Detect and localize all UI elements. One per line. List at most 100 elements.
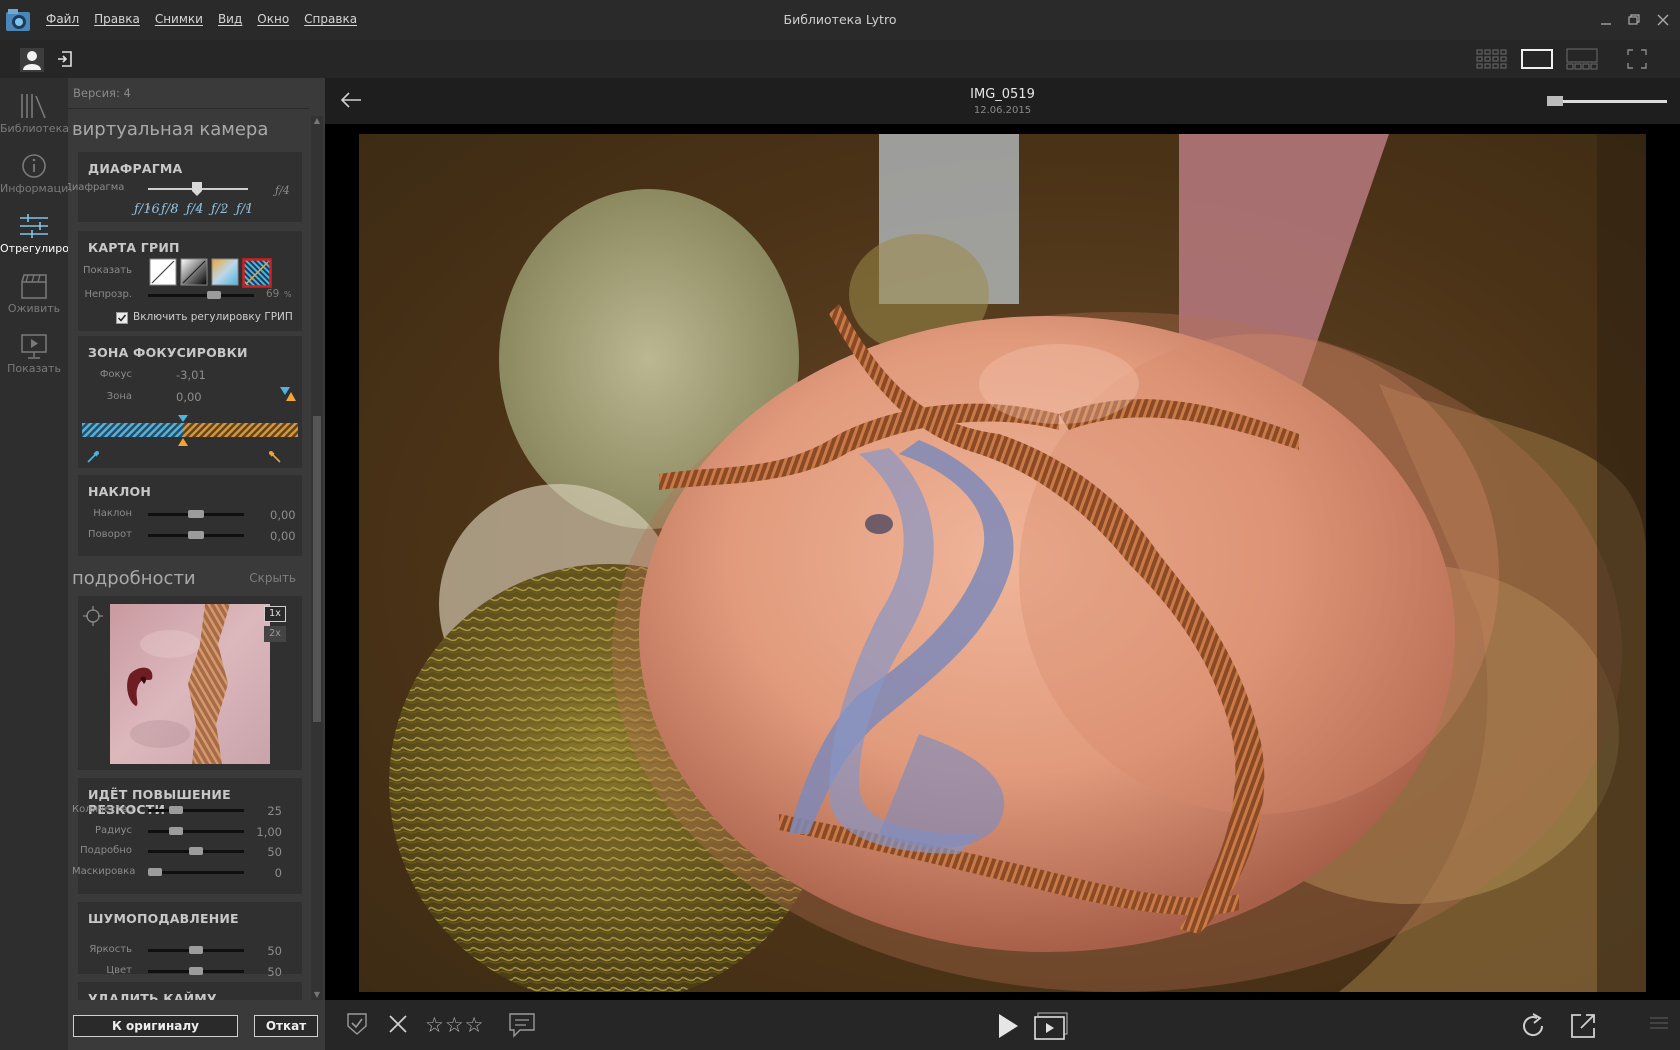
- detail-preview-card: 1x 2x: [78, 596, 302, 770]
- rotate-label: Поворот: [88, 529, 132, 540]
- zone-label: Зона: [106, 391, 132, 402]
- fullscreen-icon[interactable]: [1626, 48, 1648, 70]
- focus-eyedropper-icon[interactable]: [86, 450, 100, 464]
- window-title: Библиотека Lytro: [783, 12, 897, 27]
- grid-view-icon[interactable]: [1476, 48, 1508, 70]
- map-overlay-icon[interactable]: [242, 258, 272, 288]
- noise-card: ШУМОПОДАВЛЕНИЕ Яркость 50 Цвет 50: [78, 902, 302, 979]
- slider-value: 50: [267, 944, 282, 958]
- slideshow-icon[interactable]: [1034, 1012, 1068, 1040]
- slider-thumb[interactable]: [189, 847, 203, 855]
- slider-label: Количество: [72, 804, 134, 815]
- opacity-slider-track[interactable]: [148, 294, 254, 297]
- tilt-card: НАКЛОН Наклон 0,00 Поворот 0,00: [78, 475, 302, 556]
- focus-depth-slider[interactable]: [78, 413, 302, 447]
- sliders-icon: [20, 214, 48, 238]
- panel-scrollbar-thumb[interactable]: [313, 416, 321, 722]
- map-grayscale-icon[interactable]: [180, 258, 208, 286]
- scroll-down-arrow[interactable]: ▼: [312, 990, 322, 1000]
- single-view-icon[interactable]: [1521, 48, 1553, 70]
- fstop-8[interactable]: ƒ/8: [161, 202, 178, 217]
- focus-label: Фокус: [99, 369, 132, 380]
- details-title: подробности: [72, 568, 196, 589]
- opacity-slider-thumb[interactable]: [207, 291, 222, 299]
- opacity-value: 69: [266, 288, 280, 300]
- rotate-slider-thumb[interactable]: [188, 531, 204, 539]
- hide-details-link[interactable]: Скрыть: [249, 571, 296, 585]
- top-toolbar: [0, 40, 1680, 78]
- slider-thumb[interactable]: [189, 946, 203, 954]
- zoom-1x-button[interactable]: 1x: [264, 606, 286, 622]
- slider-thumb[interactable]: [168, 806, 183, 814]
- filmstrip-view-icon[interactable]: [1566, 48, 1598, 70]
- grip-icon[interactable]: [1648, 1012, 1670, 1034]
- panel-scrollbar[interactable]: ▲ ▼: [311, 116, 323, 1000]
- zone-triangles-icon: [280, 387, 296, 401]
- aperture-label: Диафрагма: [68, 182, 125, 193]
- slider-value: 1,00: [256, 824, 282, 839]
- play-icon[interactable]: [996, 1012, 1020, 1040]
- minimize-icon[interactable]: [1596, 10, 1616, 30]
- star-rating[interactable]: ☆☆☆: [425, 1013, 484, 1037]
- slider-label: Маскировка: [72, 865, 136, 877]
- aperture-value: ƒ/4: [275, 184, 290, 197]
- rotate-icon[interactable]: [1519, 1012, 1547, 1040]
- clapper-icon: [21, 274, 47, 299]
- image-name: IMG_0519: [970, 87, 1035, 102]
- detail-preview-image[interactable]: [110, 604, 270, 764]
- zoom-slider-track[interactable]: [1547, 100, 1667, 103]
- reset-to-original-button[interactable]: К оригиналу: [73, 1015, 238, 1037]
- slider-value: 25: [267, 804, 282, 818]
- map-color-icon[interactable]: [211, 258, 239, 286]
- slider-track[interactable]: [148, 829, 244, 833]
- restore-icon[interactable]: [1624, 10, 1644, 30]
- fstop-16[interactable]: ƒ/16: [134, 202, 160, 217]
- slider-thumb[interactable]: [148, 867, 162, 876]
- nav-animate[interactable]: Оживить: [0, 266, 68, 322]
- tilt-slider-thumb[interactable]: [188, 510, 204, 518]
- sharpening-card: ИДЁТ ПОВЫШЕНИЕ РЕЗКОСТИ Количество 25 Ради…: [72, 778, 302, 894]
- living-picture-image[interactable]: [359, 134, 1646, 992]
- zoom-slider-thumb[interactable]: [1547, 96, 1563, 106]
- enable-depth-label[interactable]: Включить регулировку ГРИП: [133, 311, 293, 323]
- depth-map-title: КАРТА ГРИП: [88, 240, 180, 255]
- opacity-unit: %: [284, 290, 292, 299]
- target-icon[interactable]: [83, 606, 103, 626]
- slider-label: Яркость: [89, 944, 132, 955]
- scroll-up-arrow[interactable]: ▲: [312, 116, 322, 126]
- close-icon[interactable]: [1653, 10, 1673, 30]
- reject-x-icon[interactable]: [387, 1012, 409, 1036]
- nav-animate-label: Оживить: [7, 302, 61, 315]
- fstop-4[interactable]: ƒ/4: [186, 202, 203, 217]
- slider-track[interactable]: [148, 809, 244, 812]
- depth-eyedropper-icon[interactable]: [268, 450, 282, 464]
- zoom-2x-button[interactable]: 2x: [264, 626, 286, 642]
- slider-track[interactable]: [148, 870, 244, 874]
- nav-library[interactable]: Библиотека: [0, 86, 68, 142]
- nav-present[interactable]: Показать: [0, 326, 68, 382]
- slider-thumb[interactable]: [168, 826, 183, 835]
- nav-adjust[interactable]: Отрегулиро: [0, 206, 68, 262]
- focus-zone-title: ЗОНА ФОКУСИРОВКИ: [88, 345, 248, 360]
- slider-value: 50: [267, 845, 282, 859]
- user-icon[interactable]: [20, 48, 44, 72]
- lytro-library-window: Файл Правка Снимки Вид Окно Справка Библ…: [0, 0, 1680, 1050]
- nav-adjust-label: Отрегулиро: [0, 242, 68, 255]
- check-shield-icon[interactable]: [346, 1012, 368, 1036]
- slider-thumb[interactable]: [189, 966, 203, 975]
- library-icon: [21, 94, 46, 119]
- defringe-card: УДАЛИТЬ КАЙМУ: [78, 982, 302, 1000]
- nav-info[interactable]: Информаци: [0, 146, 68, 202]
- map-none-icon[interactable]: [149, 258, 177, 286]
- nav-library-label: Библиотека: [0, 122, 68, 135]
- viewer-header: IMG_0519 12.06.2015: [325, 78, 1680, 124]
- import-icon[interactable]: [56, 48, 76, 70]
- opacity-label: Непрозр.: [84, 289, 132, 300]
- fstop-1[interactable]: ƒ/1: [236, 202, 253, 217]
- fstop-2[interactable]: ƒ/2: [211, 202, 228, 217]
- comment-icon[interactable]: [508, 1012, 536, 1038]
- export-icon[interactable]: [1569, 1012, 1597, 1040]
- revert-button[interactable]: Откат: [254, 1015, 318, 1037]
- defringe-title: УДАЛИТЬ КАЙМУ: [88, 991, 217, 1000]
- enable-depth-checkbox[interactable]: [116, 312, 128, 324]
